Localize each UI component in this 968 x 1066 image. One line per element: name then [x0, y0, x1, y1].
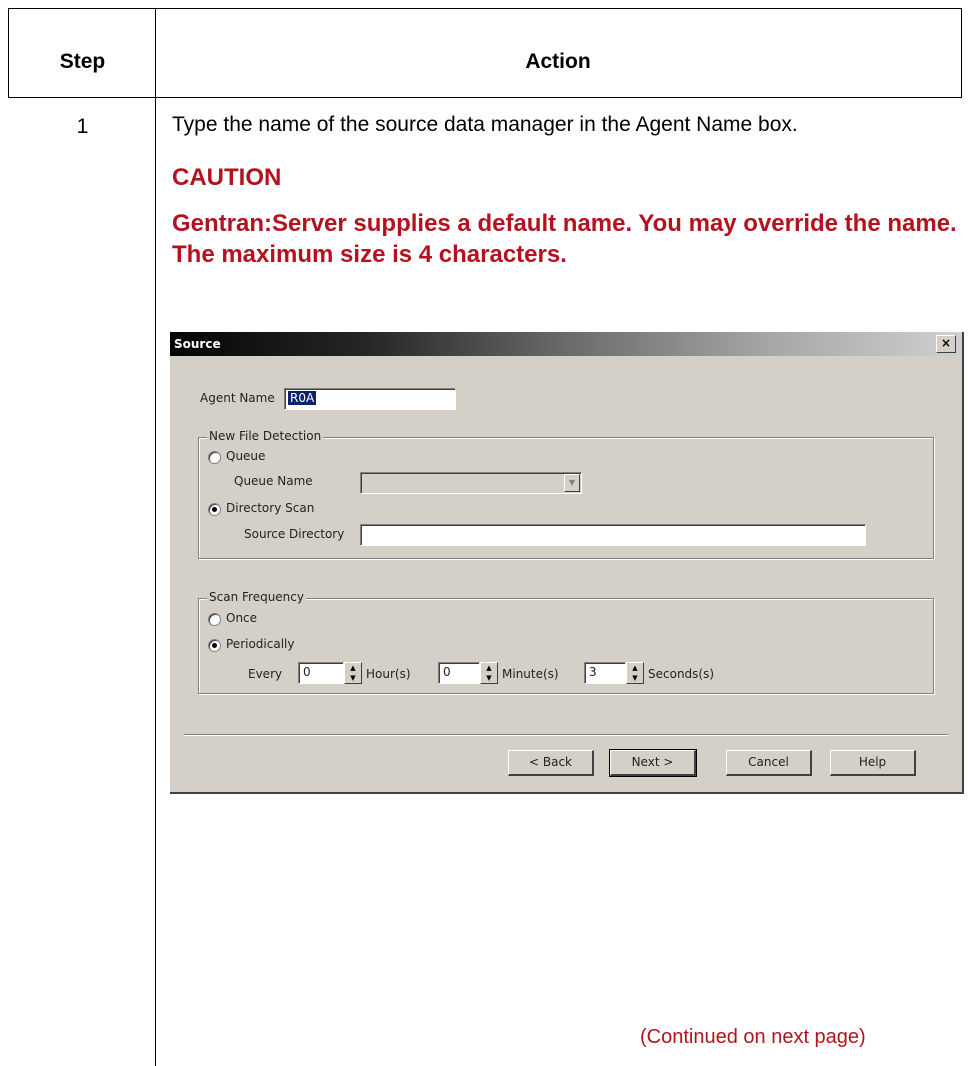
source-directory-input[interactable]	[360, 524, 866, 546]
new-file-detection-title: New File Detection	[207, 429, 324, 443]
directory-scan-radio[interactable]	[208, 503, 221, 516]
queue-name-label: Queue Name	[234, 474, 313, 488]
step-instruction: Type the name of the source data manager…	[172, 113, 798, 136]
once-radio[interactable]	[208, 613, 221, 626]
caution-text: Gentran:Server supplies a default name. …	[172, 210, 957, 268]
agent-name-value: R0A	[288, 391, 317, 405]
step-column-header: Step	[59, 50, 106, 73]
seconds-value: 3	[589, 665, 597, 679]
hours-value: 0	[303, 665, 311, 679]
periodically-label: Periodically	[226, 637, 295, 651]
dialog-titlebar: Source ×	[170, 332, 962, 356]
queue-name-dropdown[interactable]: ▼	[360, 472, 582, 494]
minutes-label: Minute(s)	[502, 667, 559, 681]
dialog-title: Source	[174, 337, 221, 351]
agent-name-input[interactable]: R0A	[284, 388, 456, 410]
minutes-spinner[interactable]: ▲ ▼	[480, 662, 498, 684]
agent-name-label: Agent Name	[200, 391, 275, 405]
seconds-spinner[interactable]: ▲ ▼	[626, 662, 644, 684]
every-label: Every	[248, 667, 283, 681]
back-button[interactable]: < Back	[508, 750, 594, 776]
step-number: 1	[76, 115, 89, 138]
continued-note: (Continued on next page)	[640, 1026, 866, 1048]
seconds-input[interactable]: 3	[584, 662, 626, 684]
hours-spinner[interactable]: ▲ ▼	[344, 662, 362, 684]
periodically-radio[interactable]	[208, 639, 221, 652]
queue-radio[interactable]	[208, 451, 221, 464]
close-icon[interactable]: ×	[936, 335, 956, 353]
source-directory-label: Source Directory	[244, 527, 345, 541]
caution-heading: CAUTION	[172, 164, 282, 191]
hours-input[interactable]: 0	[298, 662, 344, 684]
table-top-border	[8, 8, 962, 9]
action-column-header: Action	[525, 50, 591, 73]
seconds-label: Seconds(s)	[648, 667, 715, 681]
header-bottom-border	[8, 97, 962, 98]
minutes-value: 0	[443, 665, 451, 679]
column-divider	[155, 8, 156, 1066]
table-left-border	[8, 8, 9, 98]
once-label: Once	[226, 611, 258, 625]
next-button[interactable]: Next >	[609, 749, 697, 777]
scan-frequency-title: Scan Frequency	[207, 590, 306, 604]
button-separator	[184, 734, 948, 736]
hours-label: Hour(s)	[366, 667, 411, 681]
table-right-border	[961, 8, 962, 98]
help-button[interactable]: Help	[830, 750, 916, 776]
cancel-button[interactable]: Cancel	[726, 750, 812, 776]
queue-label: Queue	[226, 449, 266, 463]
minutes-input[interactable]: 0	[438, 662, 480, 684]
chevron-down-icon[interactable]: ▼	[564, 474, 580, 492]
directory-scan-label: Directory Scan	[226, 501, 315, 515]
source-dialog: Source × Agent Name R0A New File Detecti…	[170, 332, 964, 794]
